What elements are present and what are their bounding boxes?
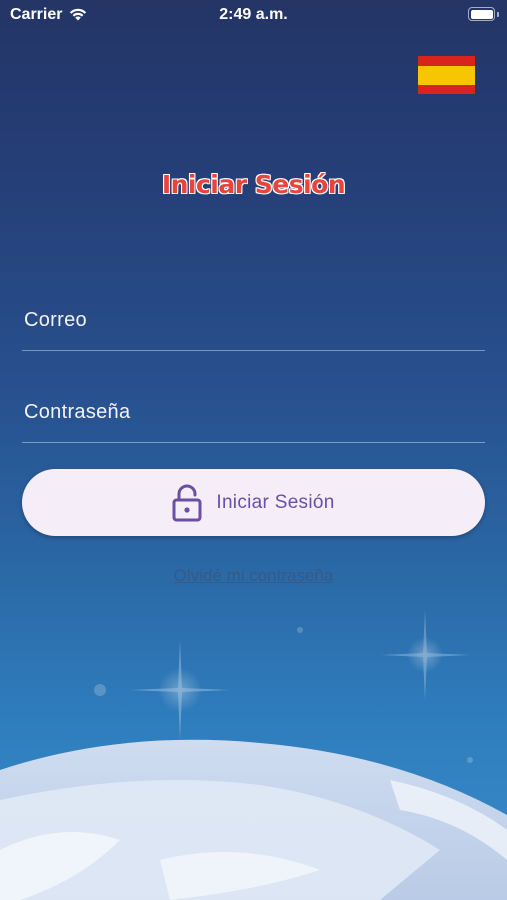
- sparkle-1: [130, 640, 230, 740]
- flag-stripe-yellow: [418, 65, 475, 85]
- email-field[interactable]: [22, 290, 485, 351]
- password-field[interactable]: [22, 382, 485, 443]
- planet-background: [0, 610, 507, 900]
- page-title: Iniciar Sesión: [161, 170, 346, 199]
- forgot-password-link[interactable]: Olvidé mi contraseña: [0, 566, 507, 586]
- login-button-label: Iniciar Sesión: [216, 491, 335, 513]
- sparkle-2: [380, 610, 470, 700]
- email-input[interactable]: [22, 290, 485, 350]
- login-button[interactable]: Iniciar Sesión: [22, 469, 485, 536]
- flag-stripe-red: [418, 84, 475, 94]
- sparkle-3: [94, 627, 473, 763]
- status-bar: Carrier 2:49 a.m.: [0, 0, 507, 30]
- language-flag-button[interactable]: [418, 56, 475, 94]
- battery-icon: [468, 7, 495, 21]
- battery-tip: [497, 12, 499, 17]
- unlock-icon: [172, 484, 202, 521]
- clock: 2:49 a.m.: [219, 6, 288, 23]
- flag-stripe-red: [418, 56, 475, 66]
- password-input[interactable]: [22, 382, 485, 442]
